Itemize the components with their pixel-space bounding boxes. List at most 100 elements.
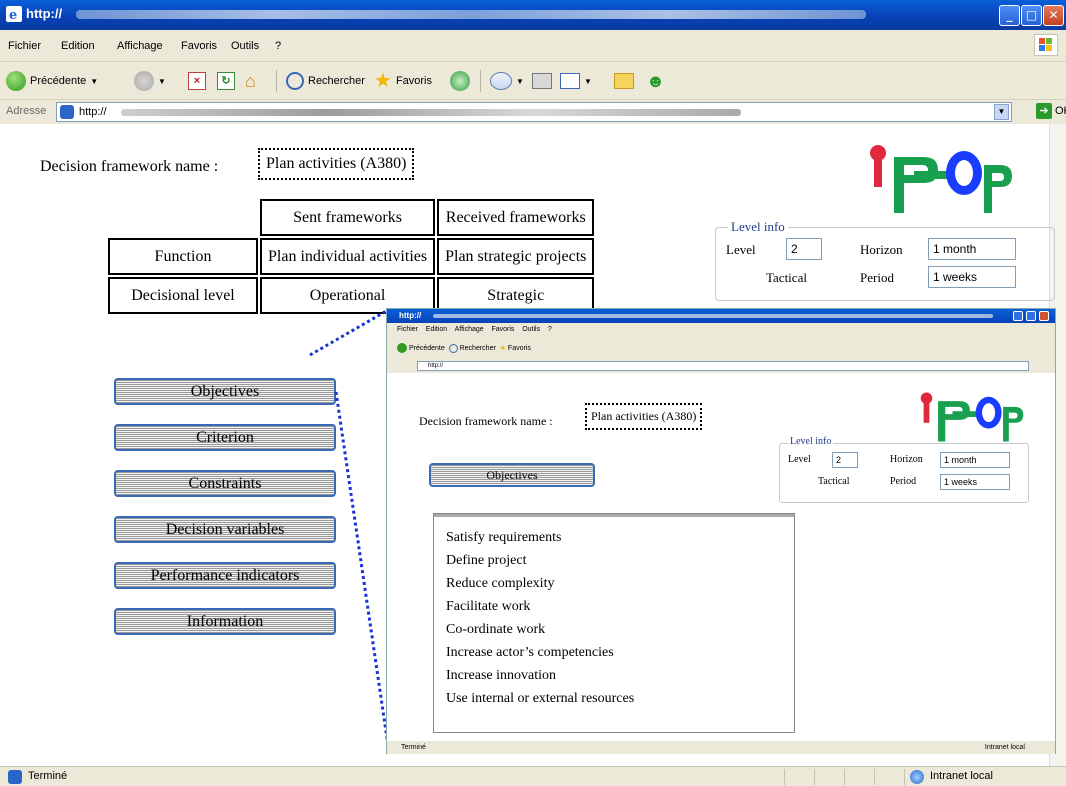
popup-menu-help[interactable]: ?	[548, 326, 552, 333]
row-label-function: Function	[108, 238, 258, 275]
information-button[interactable]: Information	[114, 608, 336, 635]
address-input[interactable]: http:// ▼	[56, 102, 1012, 122]
popup-menu-affichage[interactable]: Affichage	[455, 326, 484, 333]
popup-maximize-button[interactable]	[1026, 311, 1036, 321]
popup-favorites-label[interactable]: Favoris	[508, 345, 531, 352]
popup-horizon-input[interactable]	[940, 452, 1010, 468]
popup-toolbar: Précédente Rechercher ★ Favoris	[387, 337, 1055, 359]
popup-back-icon[interactable]	[397, 343, 407, 353]
maximize-button[interactable]: □	[1021, 5, 1042, 26]
popup-address-bar: http://	[387, 359, 1055, 373]
period-input[interactable]	[928, 266, 1016, 288]
menu-favoris[interactable]: Favoris	[181, 40, 217, 52]
list-item[interactable]: Use internal or external resources	[446, 687, 794, 710]
windows-logo-icon	[1034, 34, 1058, 56]
popup-decision-framework-name: Plan activities (A380)	[585, 403, 703, 430]
favorites-label: Favoris	[395, 75, 432, 87]
star-icon: ★	[374, 70, 392, 92]
forward-button[interactable]: ▼	[134, 70, 166, 92]
objectives-listbox[interactable]: Satisfy requirements Define project Redu…	[433, 513, 795, 733]
chevron-down-icon[interactable]: ▼	[584, 77, 592, 86]
chevron-down-icon[interactable]: ▼	[516, 77, 524, 86]
home-button[interactable]: ⌂	[245, 70, 265, 92]
popup-menu-fichier[interactable]: Fichier	[397, 326, 418, 333]
popup-menu-edition[interactable]: Edition	[426, 326, 447, 333]
popup-decision-framework-label: Decision framework name :	[419, 414, 553, 428]
popup-period-label: Period	[890, 476, 917, 487]
popup-menu-favoris[interactable]: Favoris	[491, 326, 514, 333]
popup-search-label[interactable]: Rechercher	[460, 345, 496, 352]
ippop-logo	[870, 145, 1012, 213]
favorites-button[interactable]: ★ Favoris	[374, 70, 432, 92]
forward-arrow-icon	[134, 71, 154, 91]
status-bar: Terminé Intranet local	[0, 766, 1066, 786]
popup-objectives-button[interactable]: Objectives	[429, 463, 595, 487]
refresh-button[interactable]: ↻	[217, 70, 235, 92]
toolbar: Précédente ▼ ▼ × ↻ ⌂ Rechercher ★ Favori…	[0, 62, 1066, 100]
address-bar: Adresse http:// ▼ ➔ OK	[0, 100, 1066, 124]
print-button[interactable]	[532, 70, 552, 92]
menu-outils[interactable]: Outils	[231, 40, 259, 52]
decision-variables-button[interactable]: Decision variables	[114, 516, 336, 543]
stop-icon: ×	[188, 72, 206, 90]
messenger-button[interactable]: ☻	[646, 70, 665, 92]
go-button[interactable]: ➔ OK	[1036, 103, 1066, 119]
history-button[interactable]	[450, 70, 470, 92]
framework-table: Sent frameworks Received frameworks Func…	[106, 197, 596, 316]
list-item[interactable]: Satisfy requirements	[446, 526, 794, 549]
menu-help[interactable]: ?	[275, 40, 281, 52]
tactical-label: Tactical	[766, 270, 807, 285]
back-button[interactable]: Précédente ▼	[6, 70, 98, 92]
column-header-received: Received frameworks	[437, 199, 595, 236]
function-received: Plan strategic projects	[437, 238, 595, 275]
ie-icon: e	[6, 6, 22, 22]
popup-back-label[interactable]: Précédente	[409, 345, 445, 352]
back-arrow-icon	[6, 71, 26, 91]
popup-period-input[interactable]	[940, 474, 1010, 490]
menu-fichier[interactable]: Fichier	[8, 40, 41, 52]
history-icon	[450, 71, 470, 91]
popup-level-info-legend: Level info	[788, 436, 834, 447]
popup-address-input[interactable]: http://	[417, 361, 1029, 371]
intranet-icon	[910, 770, 924, 784]
discuss-button[interactable]	[614, 70, 634, 92]
popup-level-input[interactable]	[832, 452, 858, 468]
chevron-down-icon[interactable]: ▼	[90, 77, 98, 86]
list-item[interactable]: Increase actor’s competencies	[446, 641, 794, 664]
list-item[interactable]: Reduce complexity	[446, 572, 794, 595]
edit-page-icon	[560, 73, 580, 89]
level-info-legend: Level info	[728, 219, 788, 235]
blurred-url	[76, 10, 866, 19]
search-label: Rechercher	[308, 75, 365, 87]
popup-menu-bar: Fichier Edition Affichage Favoris Outils…	[387, 323, 1055, 337]
chevron-down-icon[interactable]: ▼	[994, 104, 1009, 120]
performance-indicators-button[interactable]: Performance indicators	[114, 562, 336, 589]
popup-minimize-button[interactable]	[1013, 311, 1023, 321]
list-item[interactable]: Facilitate work	[446, 595, 794, 618]
popup-star-icon[interactable]: ★	[500, 345, 506, 352]
list-item[interactable]: Co-ordinate work	[446, 618, 794, 641]
popup-content: Decision framework name : Plan activitie…	[387, 373, 1055, 741]
close-button[interactable]: ✕	[1043, 5, 1064, 26]
popup-menu-outils[interactable]: Outils	[522, 326, 540, 333]
objectives-button[interactable]: Objectives	[114, 378, 336, 405]
horizon-input[interactable]	[928, 238, 1016, 260]
list-item[interactable]: Define project	[446, 549, 794, 572]
popup-search-icon[interactable]	[448, 343, 458, 353]
criterion-button[interactable]: Criterion	[114, 424, 336, 451]
menu-bar: Fichier Edition Affichage Favoris Outils…	[0, 30, 1066, 62]
stop-button[interactable]: ×	[188, 70, 206, 92]
popup-close-button[interactable]	[1039, 311, 1049, 321]
home-icon: ⌂	[245, 71, 256, 91]
mail-button[interactable]: ▼	[490, 70, 524, 92]
popup-horizon-label: Horizon	[890, 454, 923, 465]
list-item[interactable]: Increase innovation	[446, 664, 794, 687]
menu-affichage[interactable]: Affichage	[117, 40, 163, 52]
chevron-down-icon[interactable]: ▼	[158, 77, 166, 86]
constraints-button[interactable]: Constraints	[114, 470, 336, 497]
level-input[interactable]	[786, 238, 822, 260]
minimize-button[interactable]: _	[999, 5, 1020, 26]
menu-edition[interactable]: Edition	[61, 40, 95, 52]
search-button[interactable]: Rechercher	[286, 70, 365, 92]
edit-button[interactable]: ▼	[560, 70, 592, 92]
